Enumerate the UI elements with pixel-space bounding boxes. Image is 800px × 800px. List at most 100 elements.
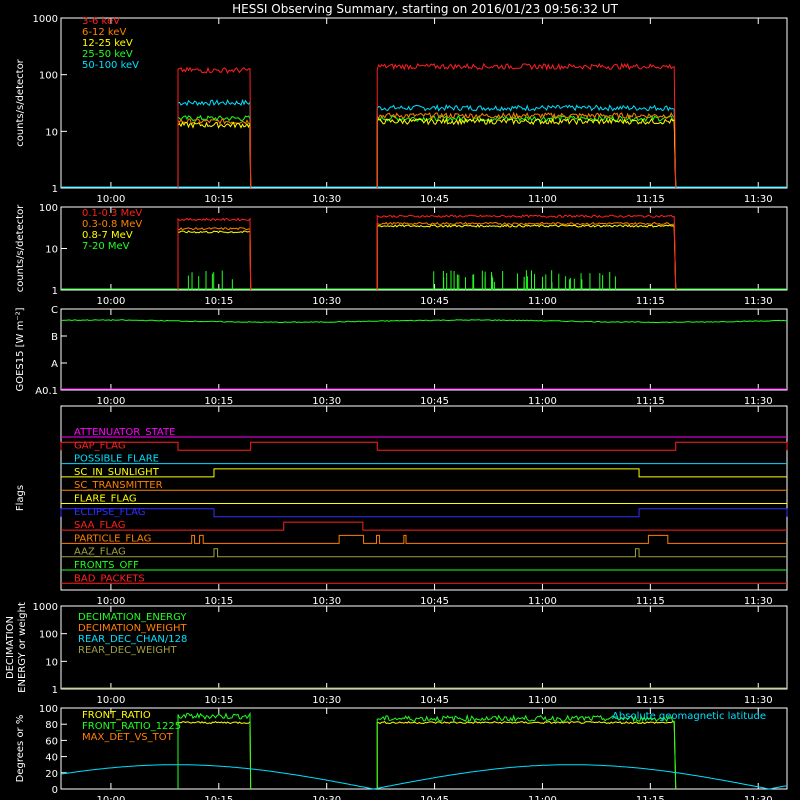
legend-entry: 0.1-0.3 MeV: [82, 208, 142, 219]
legend-entry: FRONT_RATIO_1225: [82, 721, 181, 732]
x-tick-label: 10:45: [420, 795, 449, 800]
y-tick-label: A0.1: [35, 386, 58, 397]
x-tick-label: 11:00: [528, 296, 557, 307]
legend-entry: DECIMATION_WEIGHT: [78, 623, 187, 634]
y-tick-label: 1: [52, 685, 58, 696]
y-tick-label: 0: [52, 785, 58, 796]
y-axis-label: GOES15 [W m⁻²]: [15, 307, 26, 391]
panel-3: 10:00 10:15 10:30 10:45 11:00 11:15 11:30 A0.1 A…: [15, 305, 788, 407]
x-tick-label: 10:15: [204, 695, 233, 706]
x-tick-label: 10:00: [97, 695, 126, 706]
series-6-12-kev: [177, 111, 677, 189]
y-tick-label: 100: [39, 203, 58, 214]
flag-label: SC_TRANSMITTER: [74, 480, 163, 491]
y-axis-label: counts/s/detector: [15, 204, 26, 292]
x-tick-label: 10:00: [97, 194, 126, 205]
x-tick-label: 11:15: [636, 296, 665, 307]
y-axis-label: Degrees or %: [15, 715, 26, 783]
flag-label: GAP_FLAG: [74, 440, 126, 451]
x-tick-label: 10:30: [312, 396, 341, 407]
x-tick-label: 10:30: [312, 596, 341, 607]
y-tick-label: 100: [39, 71, 58, 82]
legend-entry: 3-6 keV: [82, 16, 120, 27]
x-tick-label: 11:30: [744, 795, 773, 800]
legend-entry: 6-12 keV: [82, 27, 126, 38]
x-tick-label: 10:15: [204, 596, 233, 607]
series-front-ratio-1225: [177, 711, 677, 790]
flag-label: SC_IN_SUNLIGHT: [74, 467, 160, 478]
y-tick-label: 80: [45, 720, 58, 731]
panel-2: 10:00 10:15 10:30 10:45 11:00 11:15 11:30 1 10 10…: [15, 203, 788, 307]
flag-label: POSSIBLE_FLARE: [74, 454, 159, 465]
series-0-3-0-8-mev: [177, 221, 677, 291]
series-3-6-kev: [177, 62, 677, 189]
y-axis-label-line1: DECIMATION: [5, 616, 16, 679]
flag-label: FRONTS_OFF: [74, 560, 139, 571]
panel-6: 10:00 10:15 10:30 10:45 11:00 11:15 11:30 0 20 40…: [15, 704, 788, 800]
x-tick-label: 10:00: [97, 596, 126, 607]
y-tick-label: 10: [45, 245, 58, 256]
legend-entry: MAX_DET_VS_TOT: [82, 732, 174, 743]
y-tick-label: 40: [45, 753, 58, 764]
y-tick-label: 100: [39, 704, 58, 715]
series-12-25-kev: [177, 117, 677, 189]
panel-4: 10:00 10:15 10:30 10:45 11:00 11:15 11:30 Flags…: [15, 405, 788, 607]
y-axis-label: counts/s/detector: [15, 58, 26, 146]
plot-frame: [60, 17, 788, 189]
x-tick-label: 10:15: [204, 396, 233, 407]
hessi-summary-figure: HESSI Observing Summary, starting on 201…: [5, 2, 788, 800]
x-tick-label: 11:30: [744, 695, 773, 706]
legend-entry: 25-50 keV: [82, 49, 133, 60]
legend-entry: DECIMATION_ENERGY: [78, 612, 187, 623]
flag-line-eclipse-flag: [60, 508, 788, 518]
x-tick-label: 11:30: [744, 296, 773, 307]
x-tick-label: 10:30: [312, 296, 341, 307]
series-absolute-geomagnetic-latitude: [60, 764, 788, 790]
panel-1: 10:00 10:15 10:30 10:45 11:00 11:15 11:30 1 10 10…: [15, 14, 788, 205]
x-tick-label: 10:15: [204, 194, 233, 205]
y-tick-label: 20: [45, 769, 58, 780]
y-tick-label: B: [51, 332, 58, 343]
x-tick-label: 11:30: [744, 396, 773, 407]
x-tick-label: 10:00: [97, 795, 126, 800]
y-tick-label: C: [51, 305, 58, 316]
flag-label: FLARE_FLAG: [74, 494, 137, 505]
legend-geomagnetic-latitude: Absolute geomagnetic latitude: [612, 711, 766, 722]
flag-label: SAA_FLAG: [74, 520, 125, 531]
x-tick-label: 11:15: [636, 396, 665, 407]
legend-entry: 0.3-0.8 MeV: [82, 219, 142, 230]
flag-label: BAD_PACKETS: [74, 573, 145, 584]
series-goes: [60, 319, 788, 324]
y-tick-label: 10: [45, 127, 58, 138]
series-25-50-kev: [177, 114, 677, 189]
x-tick-label: 10:00: [97, 296, 126, 307]
flag-label: ECLIPSE_FLAG: [74, 507, 145, 518]
chart-title: HESSI Observing Summary, starting on 201…: [232, 2, 618, 16]
legend-entry: REAR_DEC_WEIGHT: [78, 645, 177, 656]
x-tick-label: 10:30: [312, 795, 341, 800]
flag-line-gap-flag: [60, 441, 788, 451]
x-tick-label: 11:00: [528, 194, 557, 205]
legend-entry: 0.8-7 MeV: [82, 230, 133, 241]
plot-frame: [60, 206, 788, 291]
x-tick-label: 10:15: [204, 296, 233, 307]
flag-label: AAZ_FLAG: [74, 547, 126, 558]
series-0-8-7-mev: [177, 224, 677, 291]
x-tick-label: 10:45: [420, 296, 449, 307]
series-50-100-kev: [177, 98, 677, 189]
x-tick-label: 10:45: [420, 194, 449, 205]
legend-entry: 7-20 MeV: [82, 241, 130, 252]
x-tick-label: 11:15: [636, 596, 665, 607]
x-tick-label: 10:00: [97, 396, 126, 407]
flag-label: ATTENUATOR_STATE: [74, 427, 175, 438]
flag-line-aaz-flag: [61, 548, 787, 558]
legend-entry: FRONT_RATIO: [82, 710, 151, 721]
y-tick-label: 1000: [33, 14, 58, 25]
legend-entry: 50-100 keV: [82, 60, 139, 71]
x-tick-label: 10:45: [420, 396, 449, 407]
x-tick-label: 10:30: [312, 194, 341, 205]
legend-entry: 12-25 keV: [82, 38, 133, 49]
panel-5: 10:00 10:15 10:30 10:45 11:00 11:15 11:30 1 10 10…: [5, 602, 788, 706]
y-tick-label: 10: [45, 657, 58, 668]
x-tick-label: 11:00: [528, 695, 557, 706]
